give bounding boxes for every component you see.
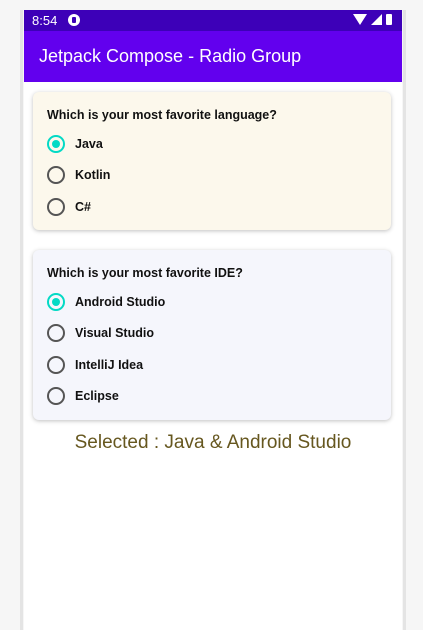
option-label: IntelliJ Idea — [75, 358, 144, 372]
option-label: Android Studio — [75, 295, 166, 309]
option-label: Eclipse — [75, 389, 119, 403]
radio-button[interactable] — [47, 356, 65, 374]
battery-icon — [386, 14, 392, 25]
option-label: Kotlin — [75, 168, 111, 182]
app-title: Jetpack Compose - Radio Group — [39, 46, 302, 66]
status-bar: 8:54 — [24, 10, 402, 31]
radio-button-selected[interactable] — [47, 135, 65, 153]
status-indicators — [353, 14, 392, 25]
radio-option-visual-studio[interactable]: Visual Studio — [47, 321, 154, 345]
language-card: Which is your most favorite language? Ja… — [33, 92, 391, 230]
status-time: 8:54 — [32, 13, 58, 28]
ide-card: Which is your most favorite IDE? Android… — [33, 250, 391, 420]
radio-option-csharp[interactable]: C# — [47, 195, 91, 219]
device-edge-right — [403, 10, 406, 630]
radio-button[interactable] — [47, 387, 65, 405]
ide-question: Which is your most favorite IDE? — [47, 266, 243, 280]
option-label: Visual Studio — [75, 326, 154, 340]
device-edge-left — [20, 10, 23, 630]
phone-screen: 8:54 Jetpack Compose - Radio Group Which… — [24, 10, 402, 630]
option-label: C# — [75, 200, 91, 214]
app-bar: Jetpack Compose - Radio Group — [24, 31, 402, 82]
radio-button[interactable] — [47, 324, 65, 342]
radio-button[interactable] — [47, 166, 65, 184]
option-label: Java — [75, 137, 103, 151]
radio-option-android-studio[interactable]: Android Studio — [47, 290, 165, 314]
app-notification-icon — [68, 14, 80, 26]
radio-option-kotlin[interactable]: Kotlin — [47, 163, 110, 187]
radio-button-selected[interactable] — [47, 293, 65, 311]
radio-option-eclipse[interactable]: Eclipse — [47, 384, 119, 408]
signal-icon — [371, 14, 382, 25]
device-frame: 8:54 Jetpack Compose - Radio Group Which… — [0, 0, 423, 630]
language-question: Which is your most favorite language? — [47, 108, 277, 122]
wifi-icon — [353, 14, 367, 25]
radio-option-intellij[interactable]: IntelliJ Idea — [47, 353, 143, 377]
radio-button[interactable] — [47, 198, 65, 216]
radio-option-java[interactable]: Java — [47, 132, 103, 156]
selected-result-text: Selected : Java & Android Studio — [74, 432, 352, 453]
